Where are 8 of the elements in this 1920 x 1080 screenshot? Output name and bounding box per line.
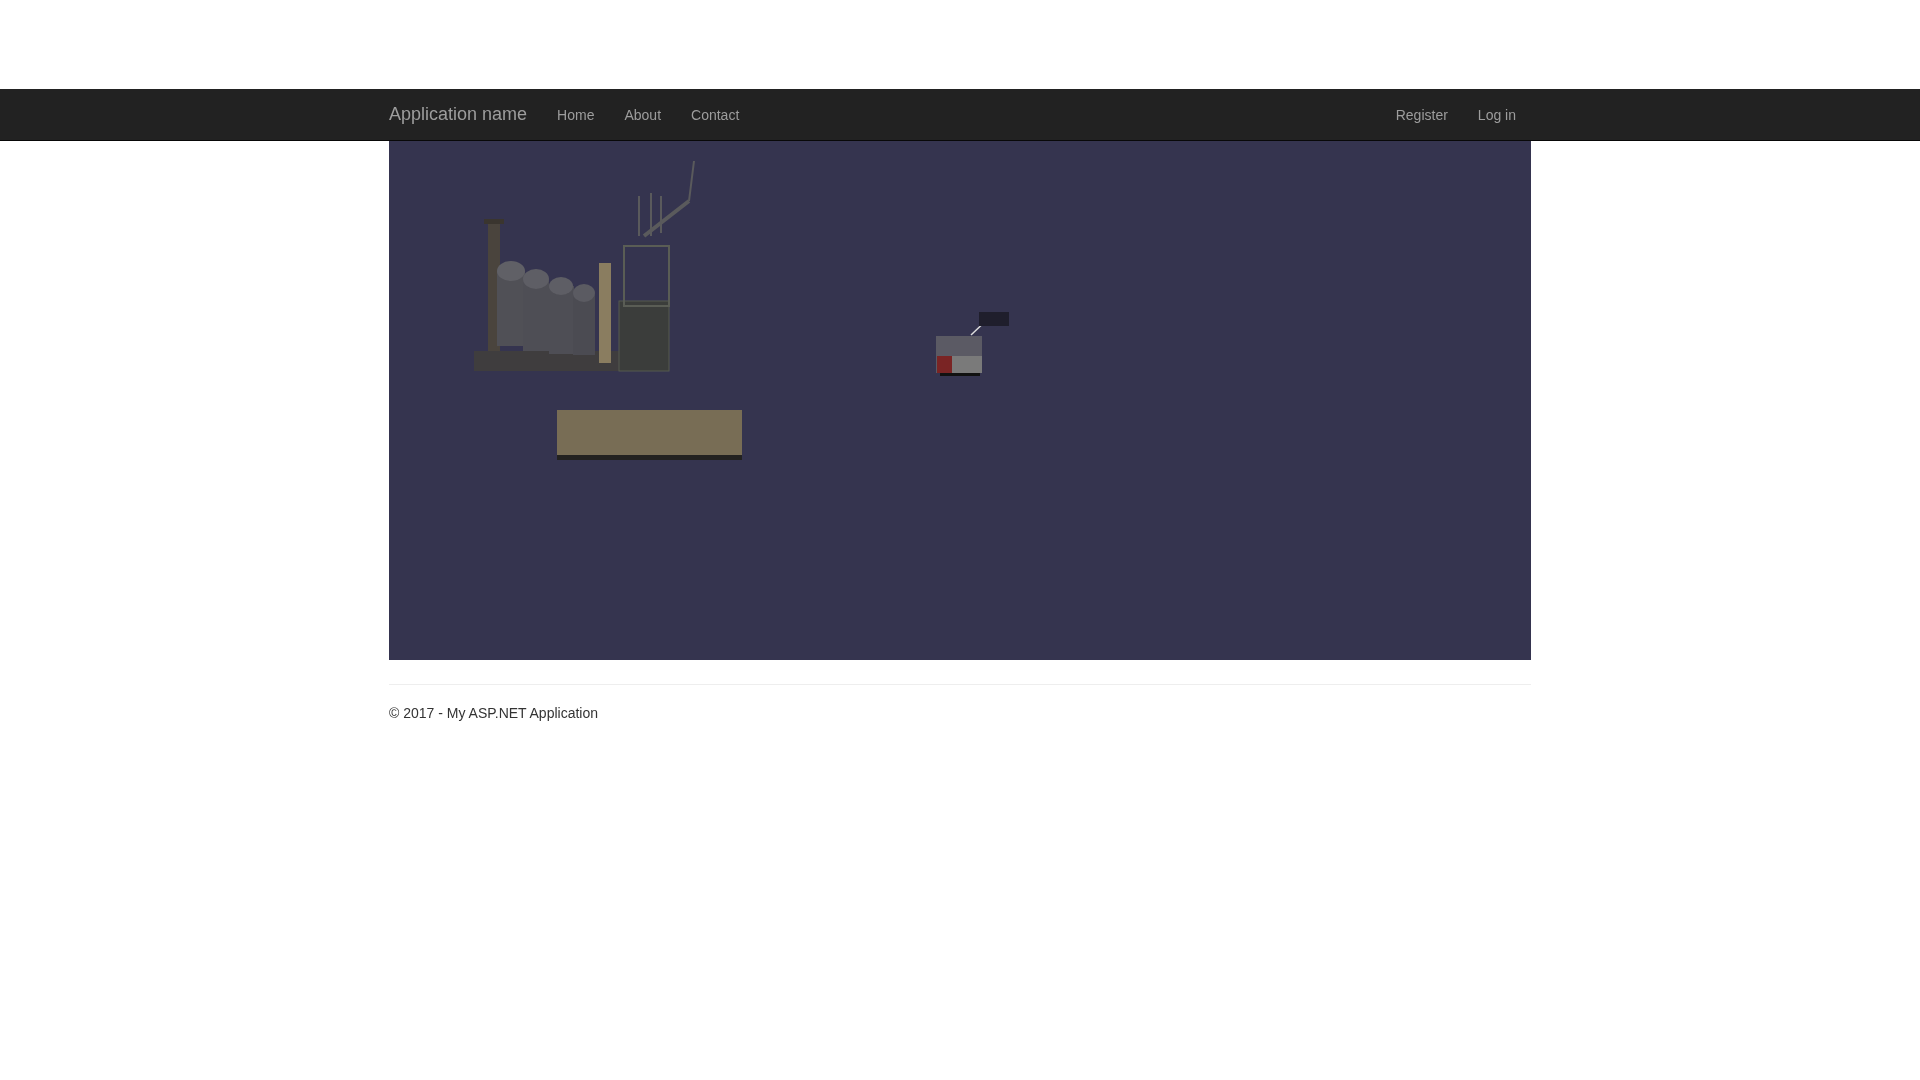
3d-viewport[interactable] xyxy=(389,141,1531,660)
account-link[interactable]: Register xyxy=(1380,106,1463,123)
nav-link[interactable]: About xyxy=(609,106,677,123)
account-link[interactable]: Log in xyxy=(1462,106,1531,123)
brand-link[interactable]: Application name xyxy=(389,104,528,125)
copyright-text: © 2017 - My ASP.NET Application xyxy=(389,705,600,721)
nav-link[interactable]: Contact xyxy=(676,106,755,123)
nav-link[interactable]: Home xyxy=(542,106,610,123)
